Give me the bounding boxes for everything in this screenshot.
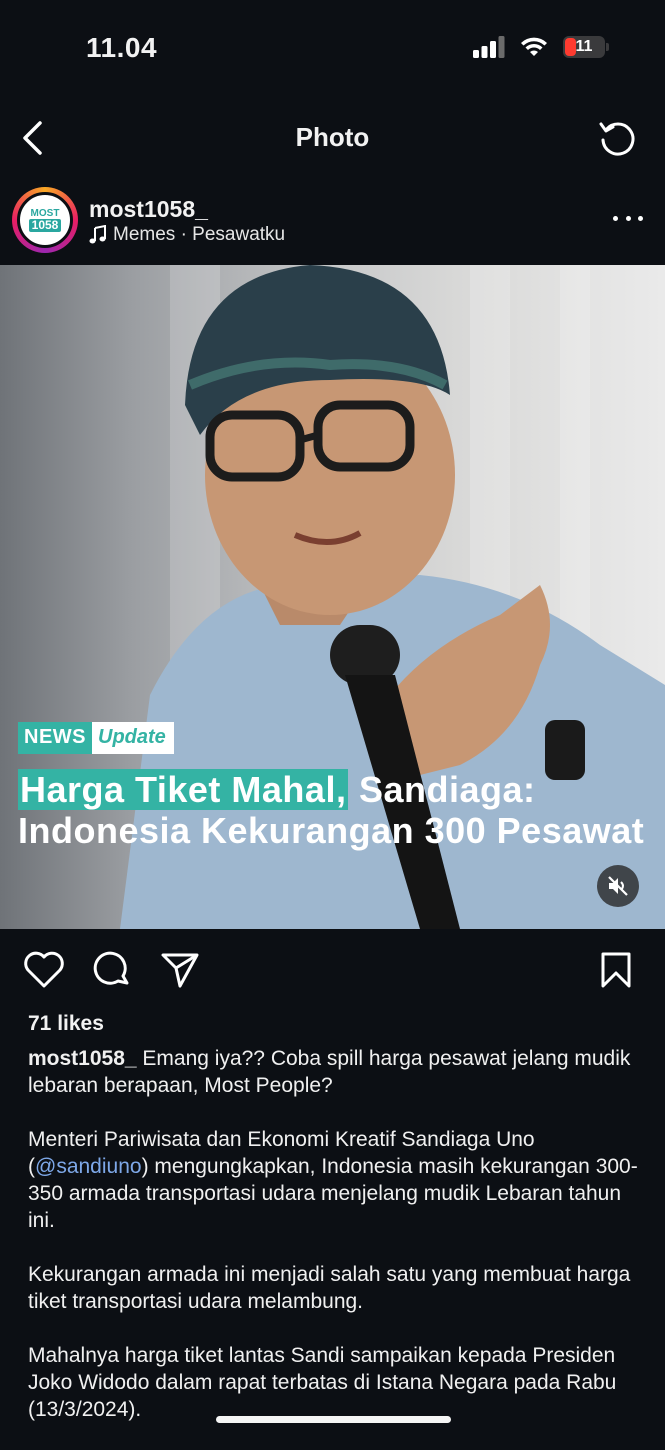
caption-paragraph-1: most1058_ Emang iya?? Coba spill harga p…: [28, 1045, 638, 1099]
post-caption: most1058_ Emang iya?? Coba spill harga p…: [28, 1045, 638, 1450]
home-indicator[interactable]: [216, 1416, 451, 1423]
mute-icon: [608, 876, 628, 896]
mention-link[interactable]: @sandiuno: [35, 1155, 142, 1178]
post-header: MOST 1058 most1058_ Memes · Pesawatku: [0, 182, 665, 264]
caption-paragraph-2: Menteri Pariwisata dan Ekonomi Kreatif S…: [28, 1126, 638, 1234]
more-icon: [613, 215, 618, 221]
battery-level: 11: [575, 38, 593, 55]
save-button[interactable]: [594, 948, 638, 992]
post-image[interactable]: NEWS Update Harga Tiket Mahal, Sandiaga:…: [0, 265, 665, 929]
status-icons: 11: [473, 36, 609, 58]
nav-bar: Photo: [0, 100, 665, 176]
share-icon: [161, 953, 199, 988]
audio-label: Memes · Pesawatku: [113, 224, 286, 245]
username-link[interactable]: most1058_: [89, 196, 208, 223]
page-title: Photo: [295, 122, 370, 152]
refresh-button[interactable]: [595, 116, 639, 160]
refresh-icon: [599, 122, 635, 156]
caption-paragraph-4: Mahalnya harga tiket lantas Sandi sampai…: [28, 1344, 617, 1421]
news-update-badge: NEWS Update: [18, 722, 174, 754]
mute-button[interactable]: [597, 865, 639, 907]
battery-icon: 11: [563, 36, 609, 58]
heart-icon: [24, 951, 64, 988]
avatar[interactable]: MOST 1058: [12, 187, 78, 253]
music-note-icon: [89, 225, 106, 244]
more-options-button[interactable]: [613, 208, 643, 228]
caption-paragraph-3: Kekurangan armada ini menjadi salah satu…: [28, 1263, 631, 1313]
bookmark-icon: [601, 952, 631, 988]
comment-button[interactable]: [90, 948, 134, 992]
avatar-text-bottom: 1058: [28, 218, 62, 232]
like-button[interactable]: [22, 948, 66, 992]
signal-icon: [473, 36, 505, 58]
badge-update: Update: [92, 722, 174, 754]
likes-count[interactable]: 71 likes: [28, 1012, 104, 1036]
caption-username[interactable]: most1058_: [28, 1047, 137, 1070]
audio-link[interactable]: Memes · Pesawatku: [89, 224, 285, 246]
comment-icon: [93, 951, 129, 985]
avatar-text-top: MOST: [30, 207, 60, 219]
image-headline: Harga Tiket Mahal, Sandiaga: Indonesia K…: [18, 769, 648, 851]
wifi-icon: [521, 37, 547, 56]
status-bar: 11.04 11: [0, 0, 665, 100]
badge-news: NEWS: [18, 722, 92, 754]
clock: 11.04: [86, 32, 158, 63]
headline-highlight: Harga Tiket Mahal,: [18, 769, 349, 810]
share-button[interactable]: [158, 948, 202, 992]
action-bar: [0, 948, 665, 994]
